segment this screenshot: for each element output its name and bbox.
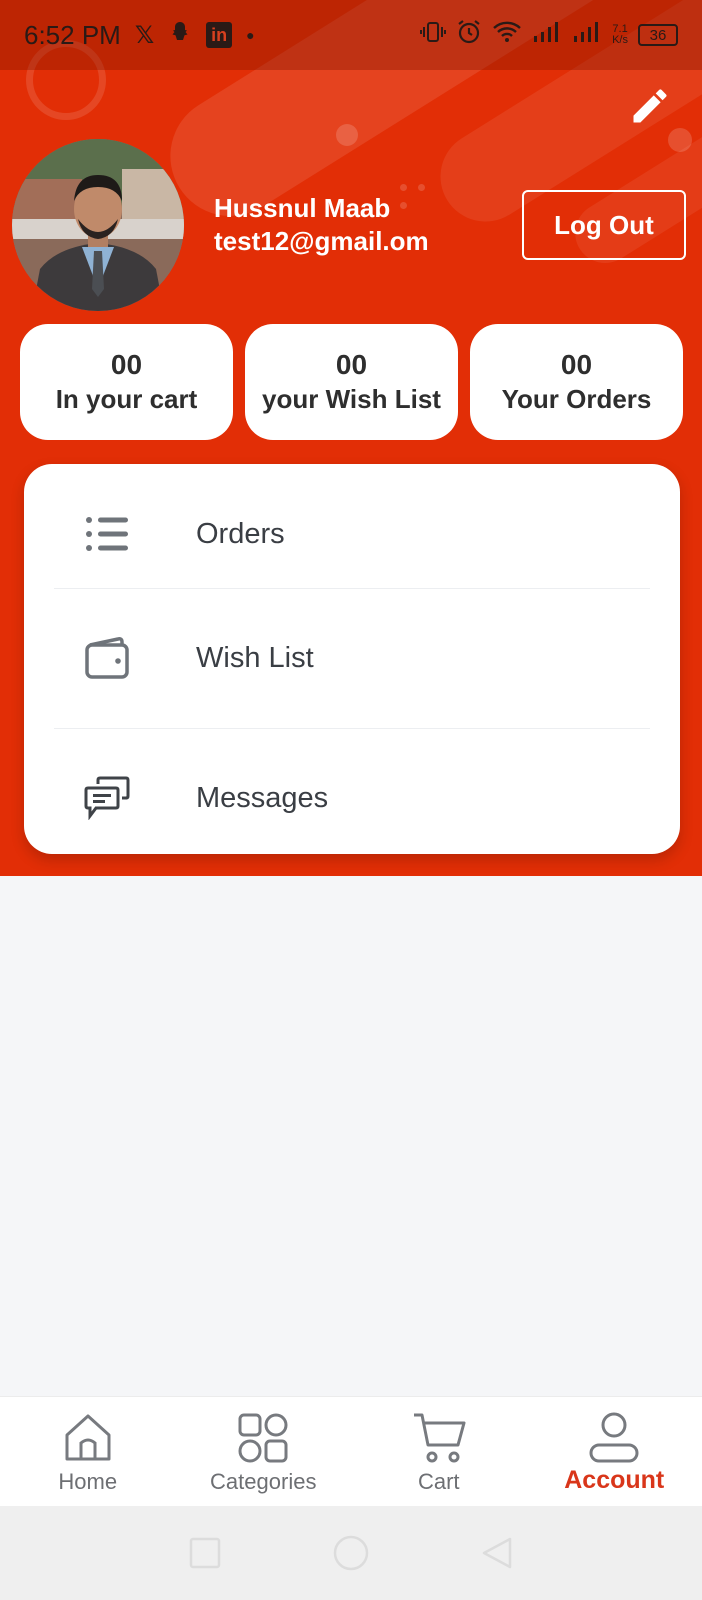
menu-label: Orders — [196, 517, 285, 550]
stat-wish-list[interactable]: 00 your Wish List — [245, 324, 458, 440]
wallet-icon — [82, 633, 132, 683]
battery-icon: 36 — [638, 24, 678, 46]
vibrate-icon — [420, 20, 447, 50]
menu-label: Wish List — [196, 641, 314, 674]
menu-item-wish-list[interactable]: Wish List — [24, 588, 680, 728]
menu-label: Messages — [196, 781, 329, 814]
header-decoration-dot — [400, 184, 407, 191]
header-decoration-dot — [336, 124, 358, 146]
pencil-icon[interactable] — [628, 84, 672, 128]
stat-count: 00 — [560, 349, 593, 380]
menu-item-messages[interactable]: Messages — [24, 728, 680, 868]
stat-count: 00 — [335, 349, 368, 380]
signal-icon — [572, 20, 602, 50]
bottom-nav: Home Categories Cart Account — [0, 1396, 702, 1506]
logout-button[interactable]: Log Out — [522, 190, 686, 260]
status-bar: 6:52 PM 𝕏 in ● 7.1 K/s 36 — [0, 0, 702, 70]
nav-label: Home — [58, 1469, 118, 1494]
messages-icon — [82, 773, 132, 823]
list-icon — [82, 509, 132, 559]
stat-label: Your Orders — [501, 384, 652, 414]
user-info: Hussnul Maab test12@gmail.om — [214, 192, 429, 258]
categories-icon — [238, 1413, 288, 1463]
nav-categories[interactable]: Categories — [176, 1397, 352, 1507]
stat-label: your Wish List — [262, 384, 441, 414]
account-icon — [589, 1412, 639, 1463]
nav-label: Categories — [210, 1469, 317, 1494]
user-email: test12@gmail.om — [214, 226, 429, 256]
account-menu: Orders Wish List Messages — [24, 464, 680, 854]
recents-icon[interactable] — [188, 1536, 222, 1570]
nav-label: Account — [564, 1466, 665, 1494]
nav-label: Cart — [417, 1469, 460, 1494]
wifi-icon — [492, 20, 522, 50]
linkedin-icon: in — [206, 22, 233, 48]
nav-home[interactable]: Home — [0, 1397, 176, 1507]
snapchat-icon — [168, 20, 192, 51]
menu-item-orders[interactable]: Orders — [24, 464, 680, 604]
header-decoration-dot — [668, 128, 692, 152]
home-icon — [65, 1414, 111, 1461]
home-circle-icon[interactable] — [332, 1534, 370, 1572]
avatar — [12, 139, 184, 311]
alarm-icon — [456, 19, 482, 51]
back-icon[interactable] — [480, 1536, 514, 1570]
header-decoration-dot — [418, 184, 425, 191]
nav-account[interactable]: Account — [527, 1397, 702, 1507]
network-speed: 7.1 K/s — [612, 24, 628, 46]
system-nav-bar — [0, 1506, 702, 1600]
nav-cart[interactable]: Cart — [351, 1397, 527, 1507]
user-name: Hussnul Maab — [214, 193, 391, 223]
signal-icon — [532, 20, 562, 50]
status-time: 6:52 PM — [24, 19, 121, 50]
network-speed-unit: K/s — [612, 34, 628, 46]
notification-dot-icon: ● — [246, 27, 255, 43]
cart-icon — [413, 1413, 466, 1463]
stat-orders[interactable]: 00 Your Orders — [470, 324, 683, 440]
x-icon: 𝕏 — [134, 21, 155, 49]
stat-count: 00 — [110, 349, 143, 380]
stat-cart[interactable]: 00 In your cart — [20, 324, 233, 440]
profile-header: 6:52 PM 𝕏 in ● 7.1 K/s 36 Hussnul Maab t… — [0, 0, 702, 876]
stat-label: In your cart — [55, 384, 198, 414]
stats-row: 00 In your cart 00 your Wish List 00 You… — [20, 324, 683, 440]
